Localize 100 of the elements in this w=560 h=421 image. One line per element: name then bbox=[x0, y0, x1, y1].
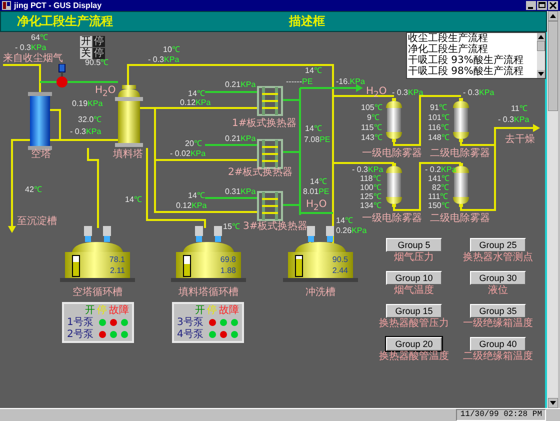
electrostatic-demister-drawing bbox=[385, 163, 403, 207]
scroll-down-arrow-icon[interactable] bbox=[537, 70, 545, 78]
group-button[interactable]: Group 25 bbox=[470, 238, 526, 252]
pump-label: 4号泵 bbox=[177, 328, 204, 341]
sensor-reading: 118℃ bbox=[360, 174, 381, 183]
sensor-reading: 0.21KPa bbox=[225, 80, 256, 89]
group-button[interactable]: Group 40 bbox=[470, 337, 526, 351]
sensor-reading: 0.31KPa bbox=[225, 187, 256, 196]
sensor-reading: - 0.3KPa bbox=[463, 88, 494, 97]
sensor-reading: 0.12KPa bbox=[176, 201, 207, 210]
sensor-reading: 90.5℃ bbox=[85, 58, 109, 67]
spray-tower-drawing bbox=[28, 92, 52, 150]
minimize-icon[interactable] bbox=[526, 1, 536, 10]
pump-label: 1号泵 bbox=[67, 316, 94, 329]
sensor-reading: - 0.3KPa bbox=[15, 43, 46, 52]
sensor-reading: 91℃ bbox=[430, 103, 447, 112]
sensor-reading: 111℃ bbox=[428, 192, 448, 201]
sensor-reading: 8.01PE bbox=[303, 187, 330, 196]
sensor-reading: 10℃ bbox=[163, 45, 180, 54]
tank-label: 空塔循环槽 bbox=[72, 287, 124, 298]
sensor-reading: 14℃ bbox=[125, 195, 142, 204]
close-icon[interactable] bbox=[548, 1, 558, 10]
sensor-reading: 14℃ bbox=[336, 216, 353, 225]
tank-reading: 78.1 bbox=[109, 255, 125, 264]
group-button[interactable]: Group 5 bbox=[386, 238, 442, 252]
group-label: 烟气温度 bbox=[394, 285, 434, 297]
maximize-icon[interactable] bbox=[537, 1, 547, 10]
sensor-reading: 14℃ bbox=[305, 66, 322, 75]
scroll-up-arrow-icon[interactable] bbox=[548, 11, 558, 21]
status-legend-label: 停 bbox=[207, 305, 217, 316]
description-list-item[interactable]: 净化工段生产流程 bbox=[407, 44, 537, 55]
tank-reading: 90.5 bbox=[332, 255, 348, 264]
pump-label: 2号泵 bbox=[67, 328, 94, 341]
electrostatic-demister-drawing bbox=[452, 98, 470, 142]
scroll-thumb[interactable] bbox=[537, 41, 545, 51]
switch-indicator: 停 bbox=[93, 48, 105, 59]
description-list-item[interactable]: 干吸工段 93%酸生产流程 bbox=[407, 55, 537, 66]
switch-button[interactable]: 关 bbox=[80, 48, 92, 59]
list-scrollbar[interactable] bbox=[537, 33, 545, 78]
sensor-reading: 148℃ bbox=[428, 133, 450, 142]
sensor-reading: ------PE bbox=[286, 77, 313, 86]
group-button[interactable]: Group 30 bbox=[470, 271, 526, 285]
sensor-reading: 14℃ bbox=[188, 191, 205, 200]
sensor-reading: 125℃ bbox=[360, 192, 382, 201]
status-legend-label: 故障 bbox=[219, 305, 239, 316]
sensor-reading: 116℃ bbox=[428, 123, 449, 132]
equipment-label: H$_{2}$O bbox=[306, 199, 327, 213]
status-legend-label: 开 bbox=[85, 305, 95, 316]
sensor-reading: 9℃ bbox=[367, 113, 380, 122]
group-label: 换热器酸管温度 bbox=[379, 351, 449, 363]
group-button[interactable]: Group 10 bbox=[386, 271, 442, 285]
group-label: 一级绝缘箱温度 bbox=[463, 318, 533, 330]
description-title: 描述框 bbox=[289, 13, 325, 30]
sensor-reading: -16.KPa bbox=[336, 77, 365, 86]
electrostatic-demister-drawing bbox=[385, 98, 403, 142]
sensor-reading: 143℃ bbox=[361, 133, 382, 142]
equipment-label: 二级电除雾器 bbox=[430, 148, 490, 159]
tank-reading: 1.88 bbox=[220, 266, 236, 275]
equipment-label: 空塔 bbox=[31, 149, 51, 160]
packed-tower-drawing bbox=[114, 85, 144, 149]
sensor-reading: 0.21KPa bbox=[225, 134, 256, 143]
pump-label: 3号泵 bbox=[177, 316, 204, 329]
sensor-reading: 11℃ bbox=[511, 104, 528, 113]
group-label: 换热器水管测点 bbox=[463, 252, 533, 264]
equipment-label: 填料塔 bbox=[113, 149, 143, 160]
tank-label: 冲洗槽 bbox=[304, 287, 336, 298]
group-button[interactable]: Group 20 bbox=[386, 337, 442, 351]
sensor-reading: 64℃ bbox=[31, 33, 48, 42]
scroll-up-arrow-icon[interactable] bbox=[537, 33, 545, 41]
sensor-reading: 115℃ bbox=[361, 123, 382, 132]
sensor-reading: 0.19KPa bbox=[72, 99, 103, 108]
tank-reading: 2.44 bbox=[332, 266, 348, 275]
status-datetime: 11/30/99 02:28 PM bbox=[456, 409, 546, 421]
description-list-item[interactable]: 干吸工段 98%酸生产流程 bbox=[407, 66, 537, 77]
sensor-reading: - 0.3KPa bbox=[148, 55, 180, 64]
sensor-reading: 7.08PE bbox=[304, 135, 330, 144]
sensor-reading: 14℃ bbox=[305, 124, 322, 133]
sensor-reading: 101℃ bbox=[428, 113, 450, 122]
equipment-label: 一级电除雾器 bbox=[362, 213, 422, 224]
window-title: jing PCT - GUS Display bbox=[14, 0, 103, 11]
status-legend-label: 停 bbox=[97, 305, 107, 316]
equipment-label: 一级电除雾器 bbox=[362, 148, 422, 159]
switch-button[interactable]: 开 bbox=[80, 36, 92, 47]
window-scrollbar[interactable] bbox=[547, 11, 558, 408]
sensor-reading: - 0.3KPa bbox=[392, 88, 424, 97]
sensor-reading: - 0.3KPa bbox=[352, 165, 384, 174]
sensor-reading: 20℃ bbox=[185, 139, 202, 148]
status-legend-label: 故障 bbox=[109, 305, 129, 316]
equipment-label: 来自收尘烟气 bbox=[3, 53, 63, 64]
tank-reading: 69.8 bbox=[220, 255, 236, 264]
group-button[interactable]: Group 15 bbox=[386, 304, 442, 318]
sensor-reading: 100℃ bbox=[360, 183, 382, 192]
sensor-reading: 0.12KPa bbox=[180, 98, 211, 107]
group-label: 液位 bbox=[488, 285, 508, 297]
scroll-down-arrow-icon[interactable] bbox=[548, 398, 558, 408]
group-button[interactable]: Group 35 bbox=[470, 304, 526, 318]
sensor-reading: 82℃ bbox=[432, 183, 449, 192]
sensor-reading: 15℃ bbox=[223, 222, 240, 231]
group-label: 烟气压力 bbox=[394, 252, 434, 264]
tank-reading: 2.11 bbox=[110, 266, 125, 275]
